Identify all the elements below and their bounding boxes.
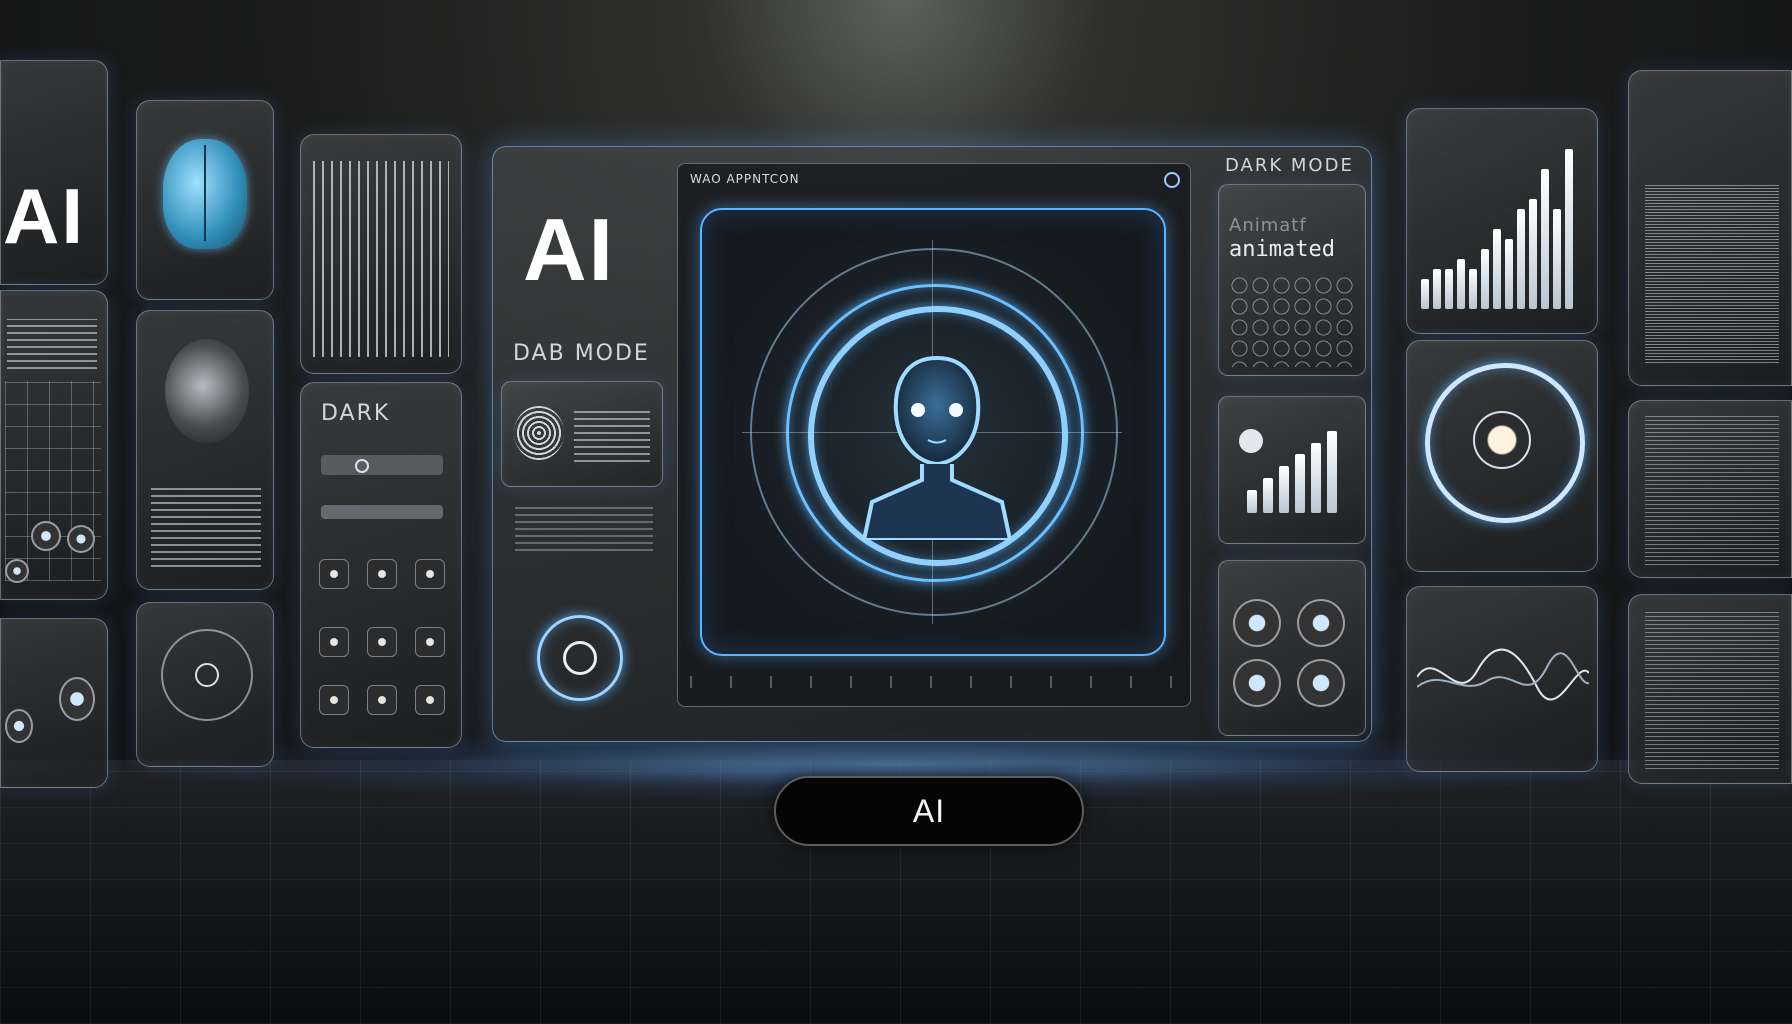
main-screen[interactable]: WAO APPNTCON [677,163,1191,707]
window-title: WAO APPNTCON [690,172,800,186]
panel-network[interactable] [136,602,274,767]
icon-button[interactable] [367,559,397,589]
icon-button[interactable] [319,559,349,589]
noise-texture [1645,183,1779,363]
noise-texture [1645,415,1779,565]
panel-dark-controls[interactable]: DARK [300,382,462,748]
chart-bar [1529,199,1537,309]
chart-bar [1445,269,1453,309]
chart-bar [1327,431,1337,513]
ai-button[interactable]: AI [774,776,1084,846]
panel-ai-label[interactable]: AI [0,60,108,285]
panel-sphere[interactable] [136,310,274,590]
brain-icon [163,139,247,249]
icon-button[interactable] [367,685,397,715]
control-knob[interactable] [1233,599,1281,647]
panel-texture-top[interactable] [1628,70,1792,386]
node-icon [31,521,61,551]
avatar-frame [700,208,1166,656]
chart-bar [1481,249,1489,309]
text-lines [7,319,97,369]
sphere-icon [165,339,249,443]
panel-brain[interactable] [136,100,274,300]
radial-dial-center [1473,411,1531,469]
panel-wave-graph[interactable] [1406,586,1598,772]
chart-bar [1433,269,1441,309]
dot-matrix [1229,275,1357,367]
chart-bar [1493,229,1501,309]
icon-button[interactable] [415,685,445,715]
ai-button-label: AI [912,792,946,829]
icon-button[interactable] [415,627,445,657]
panel-texture-mid[interactable] [1628,400,1792,578]
chart-bar [1247,490,1257,513]
progress-bar [321,505,443,519]
network-icon [161,629,253,721]
icon-button[interactable] [319,627,349,657]
light-icon [5,709,33,743]
node-icon [67,525,95,553]
chart-bar [1263,478,1273,513]
panel-radial-dial[interactable] [1406,340,1598,572]
ai-avatar-icon [861,355,1013,540]
chart-bar [1295,454,1305,513]
chart-bar [1311,443,1321,513]
animated-card[interactable]: Animatf animated [1218,184,1366,376]
bar-chart-large [1421,149,1583,309]
controls-card[interactable] [1218,560,1366,736]
control-knob[interactable] [1233,659,1281,707]
waveform-icon [313,161,449,357]
dial-control[interactable] [529,607,629,707]
dark-mode-label: DARK MODE [1225,155,1354,176]
noise-texture [1645,609,1779,769]
panel-lights[interactable] [0,618,108,788]
chart-bar [1469,269,1477,309]
panel-texture-bottom[interactable] [1628,594,1792,784]
chart-bar [1553,209,1561,309]
animate-label-bottom: animated [1229,237,1335,262]
icon-button[interactable] [367,627,397,657]
fingerprint-icon [514,406,564,460]
mode-label: DAB MODE [513,341,650,366]
close-icon[interactable] [1164,172,1180,188]
wave-graph [1417,648,1589,701]
control-knob[interactable] [1297,599,1345,647]
console-ai-label: AI [523,200,615,299]
ai-label: AI [3,172,85,260]
panel-waveform[interactable] [300,134,462,374]
chart-bar [1421,279,1429,309]
chart-bar [1457,259,1465,309]
panel-grid-chart[interactable] [0,290,108,600]
text-lines [151,487,261,567]
icon-button[interactable] [319,685,349,715]
chart-bar [1279,466,1289,513]
chart-bar [1541,169,1549,309]
fingerprint-card[interactable] [501,381,663,487]
chart-bar [1565,149,1573,309]
chart-bar [1517,209,1525,309]
text-lines [574,406,650,462]
timeline-bar[interactable] [690,676,1180,688]
light-icon [59,677,95,721]
dark-label: DARK [321,401,391,426]
slider[interactable] [321,455,443,475]
animate-label-top: Animatf [1229,215,1307,236]
chart-bar [1505,239,1513,309]
panel-bar-chart[interactable] [1406,108,1598,334]
data-lines [515,503,653,551]
bar-chart-small [1247,431,1347,513]
node-icon [5,559,29,583]
control-knob[interactable] [1297,659,1345,707]
bar-chart-card-small[interactable] [1218,396,1366,544]
icon-button[interactable] [415,559,445,589]
